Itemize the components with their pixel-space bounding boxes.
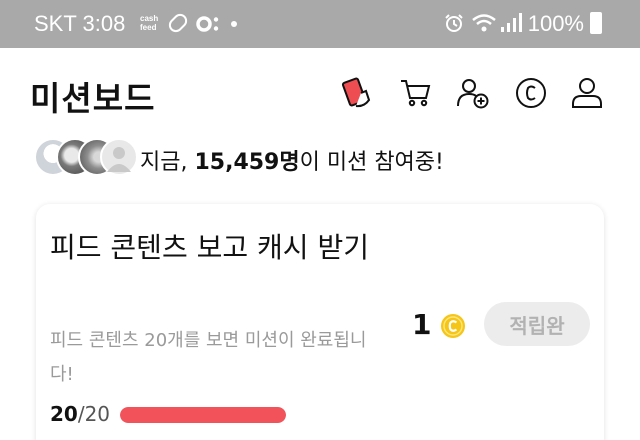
clock: 3:08 <box>82 11 126 36</box>
cash-badge-line2: feed <box>140 23 157 32</box>
pill-icon <box>165 10 191 36</box>
progress-bar-fill <box>120 407 286 423</box>
cashfeed-badge-icon: cash feed <box>140 14 162 32</box>
complete-status-button[interactable]: 적립완 <box>484 302 590 346</box>
status-carrier-time: SKT 3:08 <box>34 11 125 37</box>
mission-card-icon[interactable] <box>340 76 374 110</box>
alarm-icon <box>445 14 463 32</box>
battery-icon <box>590 12 602 34</box>
mission-card[interactable]: 피드 콘텐츠 보고 캐시 받기 피드 콘텐츠 20개를 보면 미션이 완료됩니다… <box>36 204 604 440</box>
participant-count: 15,459명 <box>194 150 300 175</box>
cash-coin-icon <box>441 314 465 338</box>
participant-prefix: 지금, <box>140 150 195 175</box>
page-title: 미션보드 <box>30 79 156 118</box>
participant-avatars <box>34 138 138 178</box>
progress-current: 20 <box>50 402 78 426</box>
progress-total: /20 <box>77 402 111 426</box>
battery-percent: 100% <box>527 11 584 36</box>
mission-title: 피드 콘텐츠 보고 캐시 받기 <box>50 231 369 264</box>
participant-suffix: 이 미션 참여중! <box>299 150 444 175</box>
cart-icon[interactable] <box>399 76 433 110</box>
participant-count-text: 지금, 15,459명이 미션 참여중! <box>140 144 444 176</box>
add-friend-icon[interactable] <box>456 76 490 110</box>
default-avatar-icon <box>107 147 131 172</box>
profile-icon[interactable] <box>570 76 604 110</box>
coin-icon[interactable] <box>514 76 548 110</box>
wifi-icon <box>472 14 496 32</box>
reward-amount: 1 <box>412 308 432 341</box>
avatar <box>100 138 138 176</box>
mission-description: 피드 콘텐츠 20개를 보면 미션이 완료됩니다! <box>50 330 367 385</box>
progress-label: 20/20 <box>50 402 110 426</box>
cash-badge-line1: cash <box>140 14 159 23</box>
signal-icon <box>501 13 522 32</box>
status-bar: SKT 3:08 cash feed 100% <box>0 0 640 48</box>
more-notifications-dot-icon <box>231 21 237 27</box>
progress-bar <box>120 407 286 423</box>
notification-app-icon <box>196 16 219 32</box>
carrier-label: SKT <box>34 11 77 36</box>
